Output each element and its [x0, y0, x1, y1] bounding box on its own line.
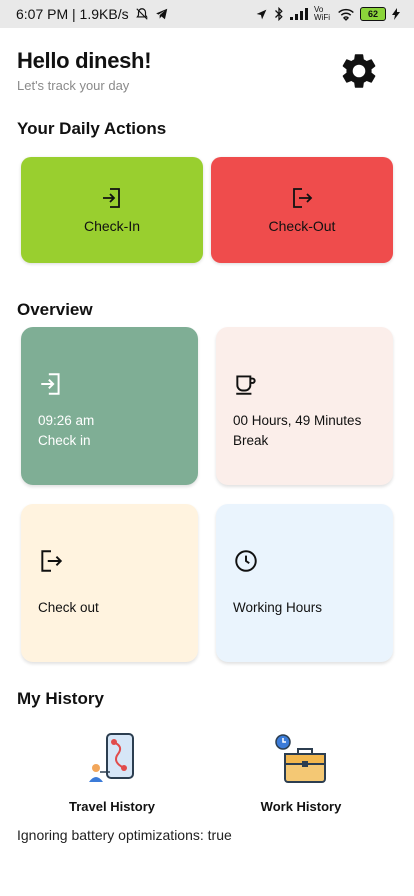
overview-title: Overview [17, 300, 93, 319]
briefcase-clock-icon [275, 734, 326, 783]
status-time: 6:07 PM | 1.9KB/s [16, 6, 129, 22]
travel-map-phone-icon [89, 733, 134, 782]
signal-icon [290, 8, 308, 20]
coffee-cup-icon [236, 375, 256, 395]
check-out-button[interactable]: Check-Out [211, 157, 393, 263]
charging-icon [392, 8, 400, 20]
battery-optimization-status: Ignoring battery optimizations: true [17, 827, 232, 843]
check-in-caption: Check in [38, 433, 91, 448]
battery-indicator: 62 [360, 7, 386, 21]
check-in-label: Check-In [83, 218, 141, 234]
greeting-subtitle: Let's track your day [17, 78, 130, 93]
overview-check-out-card[interactable]: Check out [21, 504, 198, 662]
break-duration: 00 Hours, 49 Minutes [233, 413, 362, 428]
clock-icon [235, 550, 257, 572]
telegram-icon [155, 8, 167, 20]
working-hours-caption: Working Hours [233, 600, 323, 615]
travel-history-label: Travel History [69, 799, 155, 814]
status-bar: 6:07 PM | 1.9KB/s Vo WiFi 62 [0, 0, 414, 28]
logout-icon [293, 188, 313, 208]
check-out-label: Check-Out [268, 218, 336, 234]
my-history-title: My History [17, 689, 104, 708]
logout-icon [41, 550, 63, 572]
daily-actions-title: Your Daily Actions [17, 119, 167, 138]
location-arrow-icon [256, 9, 267, 19]
check-in-time: 09:26 am [38, 413, 95, 428]
overview-break-card[interactable]: 00 Hours, 49 Minutes Break [216, 327, 393, 485]
login-icon [103, 188, 120, 208]
login-icon [41, 373, 60, 395]
bluetooth-icon [275, 7, 283, 21]
check-in-button[interactable]: Check-In [21, 157, 203, 263]
vowifi-label: Vo WiFi [314, 5, 330, 22]
overview-check-in-card[interactable]: 09:26 am Check in [21, 327, 198, 485]
work-history-button[interactable]: Work History [226, 732, 376, 814]
break-caption: Break [233, 433, 269, 448]
travel-history-button[interactable]: Travel History [37, 732, 187, 814]
settings-gear-icon[interactable] [338, 50, 380, 92]
greeting-title: Hello dinesh! [17, 48, 152, 73]
overview-working-hours-card[interactable]: Working Hours [216, 504, 393, 662]
mute-bell-icon [135, 8, 148, 20]
wifi-icon [338, 8, 354, 21]
work-history-label: Work History [260, 799, 342, 814]
check-out-caption: Check out [38, 600, 99, 615]
